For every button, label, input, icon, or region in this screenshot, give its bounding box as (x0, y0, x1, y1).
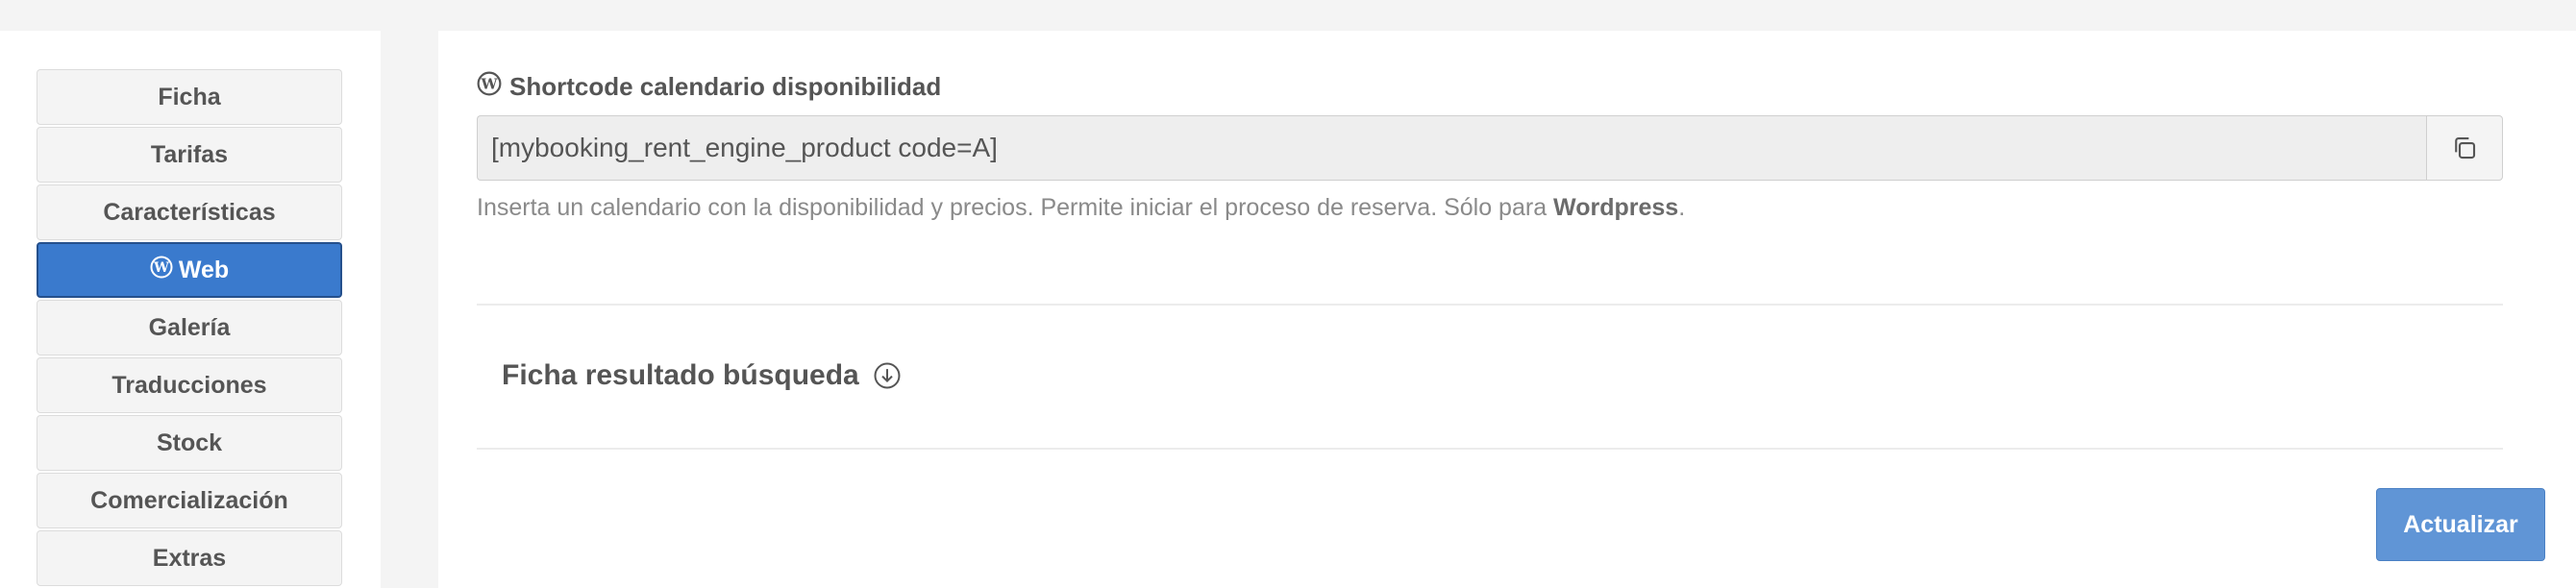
nav-item-web[interactable]: W Web (37, 242, 342, 298)
shortcode-label: W Shortcode calendario disponibilidad (477, 71, 941, 103)
help-text-strong: Wordpress (1553, 194, 1679, 221)
shortcode-input[interactable] (477, 115, 2426, 181)
section-toggle-ficha-resultado[interactable]: Ficha resultado búsqueda (502, 359, 902, 392)
wordpress-icon: W (477, 71, 502, 103)
shortcode-input-group (477, 115, 2503, 181)
nav-item-label: Traducciones (111, 371, 267, 399)
nav-item-ficha[interactable]: Ficha (37, 69, 342, 125)
side-nav: Ficha Tarifas Características W Web Gale… (37, 69, 342, 588)
nav-item-label: Comercialización (90, 486, 288, 514)
nav-item-label: Stock (156, 429, 223, 456)
shortcode-help-text: Inserta un calendario con la disponibili… (477, 194, 1685, 222)
circle-arrow-down-icon (873, 361, 902, 390)
nav-item-comercializacion[interactable]: Comercialización (37, 473, 342, 528)
nav-item-tarifas[interactable]: Tarifas (37, 127, 342, 183)
nav-item-stock[interactable]: Stock (37, 415, 342, 471)
nav-item-label: Ficha (158, 83, 221, 110)
nav-item-extras[interactable]: Extras (37, 530, 342, 586)
nav-item-label: Web (178, 256, 230, 283)
sidebar: Ficha Tarifas Características W Web Gale… (0, 31, 381, 588)
copy-button[interactable] (2426, 115, 2503, 181)
divider (477, 448, 2503, 450)
main-panel: W Shortcode calendario disponibilidad In… (438, 31, 2576, 588)
nav-item-label: Galería (148, 313, 231, 341)
update-button[interactable]: Actualizar (2376, 488, 2545, 561)
help-text-prefix: Inserta un calendario con la disponibili… (477, 194, 1554, 221)
nav-item-traducciones[interactable]: Traducciones (37, 357, 342, 413)
nav-item-label: Extras (152, 544, 227, 572)
nav-item-label: Tarifas (150, 140, 229, 168)
copy-icon (2450, 134, 2479, 162)
nav-item-label: Características (103, 198, 276, 226)
help-text-suffix: . (1678, 194, 1686, 221)
divider (477, 304, 2503, 306)
section-title: Ficha resultado búsqueda (502, 359, 859, 391)
wordpress-icon: W (150, 256, 173, 285)
svg-text:W: W (153, 260, 169, 276)
nav-item-caracteristicas[interactable]: Características (37, 184, 342, 240)
svg-text:W: W (480, 75, 498, 92)
nav-item-galeria[interactable]: Galería (37, 300, 342, 355)
shortcode-label-text: Shortcode calendario disponibilidad (509, 72, 942, 101)
